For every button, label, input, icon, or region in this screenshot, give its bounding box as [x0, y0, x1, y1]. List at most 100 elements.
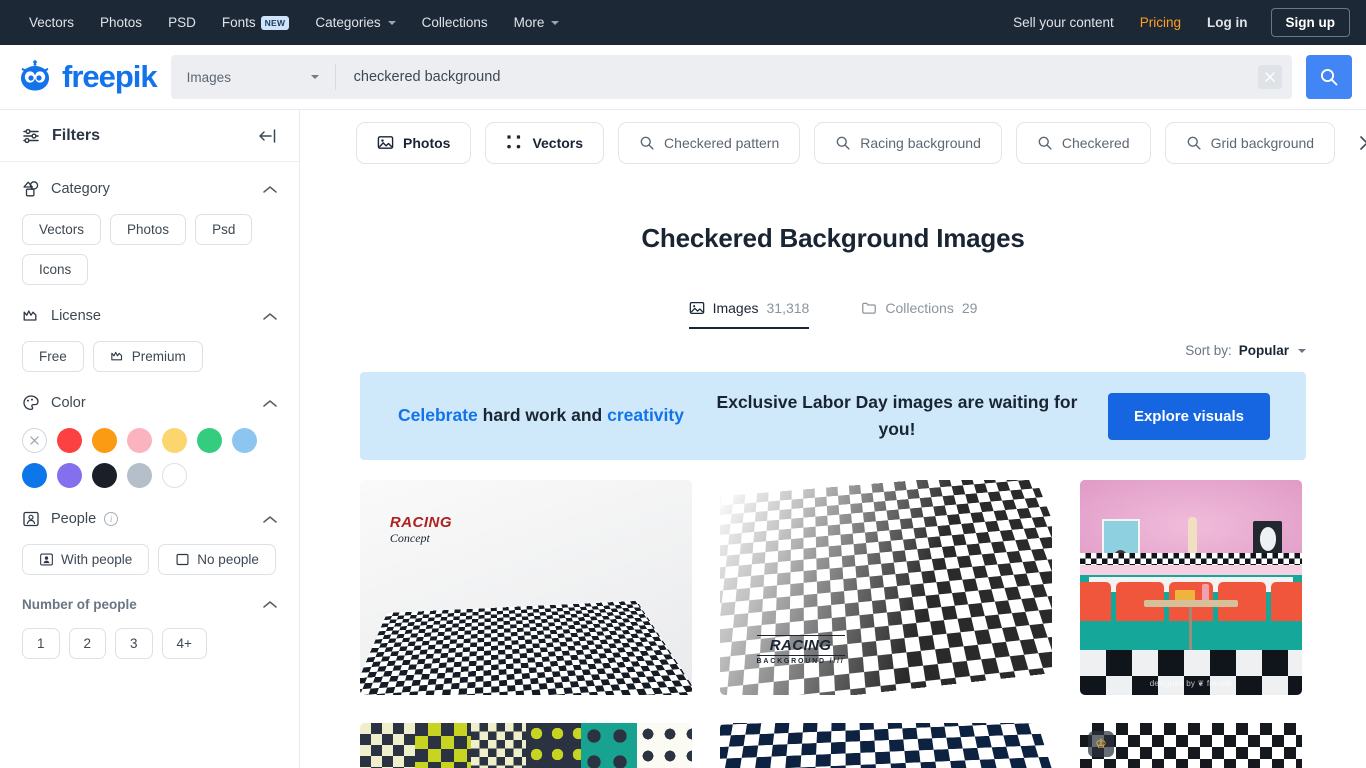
chip-people-3[interactable]: 3: [115, 628, 153, 659]
chip-vectors[interactable]: Vectors: [22, 214, 102, 245]
color-swatch-yellow[interactable]: [162, 428, 187, 453]
login-link[interactable]: Log in: [1194, 0, 1261, 45]
search-category-dropdown[interactable]: Images: [171, 64, 336, 90]
tab-images[interactable]: Images 31,318: [688, 300, 810, 329]
banner-left-rest: hard work and: [477, 405, 608, 426]
filter-section-header-color[interactable]: Color: [22, 394, 277, 412]
tab-count: 31,318: [766, 300, 810, 316]
nav-item-collections[interactable]: Collections: [409, 0, 501, 45]
chevron-up-icon: [263, 600, 277, 609]
filter-section-people: People i With people No people: [0, 492, 299, 579]
collapse-left-icon: [259, 128, 276, 143]
chevron-up-icon: [263, 515, 277, 524]
filter-chip-checkered[interactable]: Checkered: [1015, 121, 1151, 164]
filter-section-header-category[interactable]: Category: [22, 180, 277, 198]
logo-line-2: BACKGROUND ////: [756, 657, 845, 665]
freepik-logo[interactable]: freepik: [14, 59, 158, 95]
filters-sidebar: Filters Category Vectors Photos Psd Icon…: [0, 110, 300, 768]
chip-no-people[interactable]: No people: [158, 544, 276, 575]
chip-people-4plus[interactable]: 4+: [161, 628, 207, 659]
chip-label: Racing background: [860, 134, 981, 151]
diner-booth: [1080, 582, 1112, 621]
chip-premium[interactable]: Premium: [92, 341, 203, 372]
sort-value[interactable]: Popular: [1239, 343, 1289, 358]
search-submit-button[interactable]: [1306, 55, 1352, 99]
color-swatch-green[interactable]: [197, 428, 222, 453]
search-header: freepik Images: [0, 45, 1366, 110]
color-swatch-red[interactable]: [57, 428, 82, 453]
signup-button[interactable]: Sign up: [1270, 8, 1350, 37]
search-input[interactable]: [335, 69, 1258, 85]
sell-label: Sell your content: [1013, 15, 1114, 30]
color-swatch-blue[interactable]: [22, 463, 47, 488]
sell-your-content-link[interactable]: Sell your content: [1000, 0, 1127, 45]
chip-with-people[interactable]: With people: [22, 544, 150, 575]
filter-section-license: License Free Premium: [0, 289, 299, 376]
scroll-chips-right-button[interactable]: [1349, 128, 1366, 158]
color-swatch-clear[interactable]: [22, 428, 47, 453]
explore-visuals-button[interactable]: Explore visuals: [1107, 392, 1270, 440]
nav-item-photos[interactable]: Photos: [87, 0, 155, 45]
result-card-racing-concept[interactable]: RACING Concept: [360, 480, 692, 695]
color-swatch-white[interactable]: [162, 463, 187, 488]
logo-line-1: RACING: [756, 634, 845, 656]
chip-people-2[interactable]: 2: [68, 628, 107, 659]
results-grid: RACING Concept RACING BACKGROUND //// de…: [300, 460, 1366, 768]
chevron-down-icon[interactable]: [1298, 348, 1306, 353]
filter-chip-grid-background[interactable]: Grid background: [1164, 121, 1336, 164]
chip-label: Checkered: [1061, 134, 1130, 151]
nav-item-more[interactable]: More: [501, 0, 573, 45]
pattern-swatch: [415, 723, 471, 768]
chip-icons[interactable]: Icons: [22, 254, 89, 285]
watermark: designed by ❦ freepik: [1149, 679, 1233, 688]
tab-collections[interactable]: Collections 29: [861, 300, 977, 329]
color-swatch-orange[interactable]: [92, 428, 117, 453]
filter-section-header-people[interactable]: People i: [22, 510, 277, 528]
chip-photos[interactable]: Photos: [110, 214, 187, 245]
chip-psd[interactable]: Psd: [195, 214, 253, 245]
filter-section-title: License: [51, 308, 101, 324]
filter-chip-checkered-pattern[interactable]: Checkered pattern: [618, 121, 801, 164]
color-swatch-purple[interactable]: [57, 463, 82, 488]
result-card-navy-racing-flag[interactable]: [720, 723, 1052, 768]
filter-chip-racing-background[interactable]: Racing background: [814, 121, 1002, 164]
banner-accent-2: creativity: [607, 405, 684, 426]
pattern-swatch: [581, 723, 637, 768]
filter-section-title: People: [51, 511, 97, 527]
color-swatch-pink[interactable]: [127, 428, 152, 453]
result-card-racing-background[interactable]: RACING BACKGROUND ////: [720, 480, 1052, 695]
nav-item-vectors[interactable]: Vectors: [16, 0, 87, 45]
filter-chip-vectors[interactable]: Vectors: [485, 121, 605, 164]
sliders-icon: [23, 128, 39, 143]
pricing-link[interactable]: Pricing: [1127, 0, 1194, 45]
chevron-up-icon: [263, 312, 277, 321]
page-title: Checkered Background Images: [641, 223, 1025, 253]
result-card-checkerboard-grid[interactable]: ♔: [1080, 723, 1302, 768]
result-card-retro-diner[interactable]: designed by ❦ freepik: [1080, 480, 1302, 695]
nav-label: PSD: [168, 15, 196, 30]
filter-section-header-number-of-people[interactable]: Number of people: [22, 597, 277, 612]
result-card-pattern-set[interactable]: [360, 723, 692, 768]
info-icon[interactable]: i: [104, 512, 119, 526]
filter-section-category: Category Vectors Photos Psd Icons: [0, 162, 299, 289]
chip-people-1[interactable]: 1: [22, 628, 60, 659]
main-content: Photos Vectors Checkered pattern Racing …: [300, 110, 1366, 768]
promo-banner[interactable]: Celebrate hard work and creativity Exclu…: [360, 372, 1306, 460]
color-swatch-light-blue[interactable]: [232, 428, 257, 453]
banner-button-label: Explore visuals: [1133, 407, 1244, 425]
color-swatch-black[interactable]: [92, 463, 117, 488]
collapse-sidebar-button[interactable]: [257, 128, 277, 144]
clear-search-button[interactable]: [1258, 65, 1282, 89]
chip-free[interactable]: Free: [22, 341, 84, 372]
filter-chip-photos[interactable]: Photos: [356, 121, 472, 164]
nav-item-fonts[interactable]: Fonts NEW: [209, 0, 303, 45]
color-swatch-gray[interactable]: [127, 463, 152, 488]
filter-section-header-license[interactable]: License: [22, 307, 277, 325]
banner-left-text: Celebrate hard work and creativity: [396, 402, 686, 429]
nav-item-psd[interactable]: PSD: [155, 0, 209, 45]
person-frame-icon: [23, 511, 39, 527]
chip-label: No people: [197, 552, 259, 567]
nav-item-categories[interactable]: Categories: [302, 0, 408, 45]
diner-table-leg: [1188, 606, 1193, 655]
vector-nodes-icon: [507, 135, 521, 149]
